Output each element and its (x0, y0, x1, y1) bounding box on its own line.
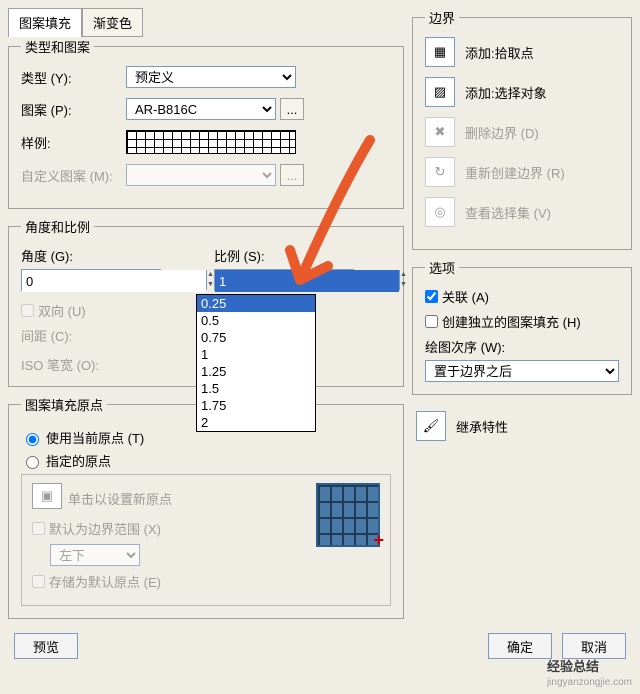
spin-down-icon[interactable]: ▼ (207, 280, 214, 290)
label-iso: ISO 笔宽 (O): (21, 355, 126, 374)
view-selection-icon: ◎ (425, 197, 455, 227)
legend-options: 选项 (425, 258, 459, 277)
spin-down-icon[interactable]: ▼ (400, 280, 407, 290)
tab-gradient[interactable]: 渐变色 (82, 8, 143, 37)
recreate-boundary-button: ↻ 重新创建边界 (R) (425, 157, 619, 187)
group-boundary: 边界 ▦ 添加:拾取点 ▨ 添加:选择对象 ✖ 删除边界 (D) ↻ 重新创建边… (412, 8, 632, 250)
legend-origin: 图案填充原点 (21, 395, 107, 414)
radio-current-origin[interactable] (26, 433, 39, 446)
label-sample: 样例: (21, 133, 126, 152)
select-extent-pos: 左下 (50, 544, 140, 566)
label-independent: 创建独立的图案填充 (H) (442, 312, 581, 331)
label-draw-order: 绘图次序 (W): (425, 337, 619, 356)
inherit-props-button[interactable]: 🖌 继承特性 (416, 411, 628, 441)
scale-option[interactable]: 1.25 (197, 363, 315, 380)
ok-button[interactable]: 确定 (488, 633, 552, 659)
recreate-boundary-icon: ↻ (425, 157, 455, 187)
cancel-button[interactable]: 取消 (562, 633, 626, 659)
group-type-pattern: 类型和图案 类型 (Y): 预定义 图案 (P): AR-B816C ... 样… (8, 37, 404, 209)
select-type[interactable]: 预定义 (126, 66, 296, 88)
scale-option[interactable]: 1.5 (197, 380, 315, 397)
pick-point-icon: ▦ (425, 37, 455, 67)
label-spacing: 间距 (C): (21, 326, 91, 345)
label-store-default: 存储为默认原点 (E) (49, 572, 161, 591)
input-scale[interactable]: ▲▼ (214, 269, 354, 291)
label-click-set: 单击以设置新原点 (68, 489, 172, 508)
spin-up-icon[interactable]: ▲ (400, 270, 407, 280)
checkbox-double (21, 304, 34, 317)
more-pattern-button[interactable]: ... (280, 98, 304, 120)
origin-preview-swatch (316, 483, 380, 547)
select-pattern[interactable]: AR-B816C (126, 98, 276, 120)
checkbox-independent[interactable] (425, 315, 438, 328)
scale-option[interactable]: 0.75 (197, 329, 315, 346)
scale-option[interactable]: 1 (197, 346, 315, 363)
scale-option[interactable]: 0.25 (197, 295, 315, 312)
label-angle: 角度 (G): (21, 246, 198, 265)
select-object-icon: ▨ (425, 77, 455, 107)
scale-dropdown-list[interactable]: 0.25 0.5 0.75 1 1.25 1.5 1.75 2 (196, 294, 316, 432)
label-assoc: 关联 (A) (442, 287, 489, 306)
label-current-origin: 使用当前原点 (T) (46, 428, 144, 447)
spin-up-icon[interactable]: ▲ (207, 270, 214, 280)
label-type: 类型 (Y): (21, 68, 126, 87)
label-pattern: 图案 (P): (21, 100, 126, 119)
add-select-object-button[interactable]: ▨ 添加:选择对象 (425, 77, 619, 107)
checkbox-default-extent (32, 522, 45, 535)
select-draw-order[interactable]: 置于边界之后 (425, 360, 619, 382)
tab-pattern-fill[interactable]: 图案填充 (8, 8, 82, 37)
checkbox-store-default (32, 575, 45, 588)
group-options: 选项 关联 (A) 创建独立的图案填充 (H) 绘图次序 (W): 置于边界之后 (412, 258, 632, 395)
more-custom-button: ... (280, 164, 304, 186)
preview-button[interactable]: 预览 (14, 633, 78, 659)
pattern-swatch[interactable] (126, 130, 296, 154)
legend-boundary: 边界 (425, 8, 459, 27)
label-custom: 自定义图案 (M): (21, 166, 126, 185)
inherit-icon: 🖌 (416, 411, 446, 441)
scale-option[interactable]: 2 (197, 414, 315, 431)
delete-boundary-icon: ✖ (425, 117, 455, 147)
select-custom (126, 164, 276, 186)
label-default-extent: 默认为边界范围 (X) (49, 519, 161, 538)
add-pick-point-button[interactable]: ▦ 添加:拾取点 (425, 37, 619, 67)
label-specified-origin: 指定的原点 (46, 451, 111, 470)
legend-angle: 角度和比例 (21, 217, 94, 236)
view-selection-button: ◎ 查看选择集 (V) (425, 197, 619, 227)
scale-option[interactable]: 1.75 (197, 397, 315, 414)
legend-type: 类型和图案 (21, 37, 94, 56)
delete-boundary-button: ✖ 删除边界 (D) (425, 117, 619, 147)
label-double: 双向 (U) (38, 301, 86, 320)
checkbox-assoc[interactable] (425, 290, 438, 303)
label-scale: 比例 (S): (214, 246, 391, 265)
set-origin-icon: ▣ (32, 483, 62, 509)
scale-option[interactable]: 0.5 (197, 312, 315, 329)
radio-specified-origin[interactable] (26, 456, 39, 469)
input-angle[interactable]: ▲▼ (21, 269, 161, 291)
